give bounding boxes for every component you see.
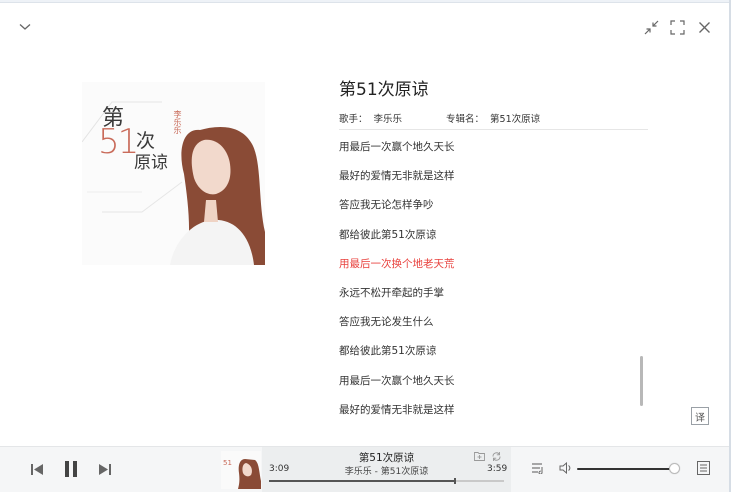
lyrics-scrollbar[interactable]: [640, 356, 643, 406]
next-button[interactable]: [96, 460, 114, 478]
pause-icon: [65, 461, 77, 477]
lyric-line: 最好的爱情无非就是这样: [339, 170, 455, 183]
previous-button[interactable]: [28, 460, 46, 478]
song-title: 第51次原谅: [339, 80, 429, 100]
lyrics-icon: [696, 461, 710, 475]
cover-artist-name: 李乐乐: [173, 110, 182, 134]
shrink-icon: [644, 20, 658, 34]
add-folder-icon: [473, 452, 485, 461]
playlist-icon: [532, 463, 543, 474]
progress-knob[interactable]: [453, 478, 456, 484]
album-link[interactable]: 第51次原谅: [490, 111, 540, 125]
lyric-line: 答应我无论发生什么: [339, 316, 434, 329]
add-to-playlist-button[interactable]: [473, 450, 485, 462]
next-icon: [99, 463, 111, 475]
playlist-button[interactable]: [530, 460, 546, 476]
fullscreen-icon: [669, 19, 685, 35]
loop-icon: [492, 451, 500, 461]
pause-button[interactable]: [60, 457, 82, 481]
lyric-line: 用最后一次换个地老天荒: [339, 257, 455, 270]
now-playing-thumbnail[interactable]: 51: [221, 451, 261, 489]
song-meta: 歌手： 李乐乐 专辑名： 第51次原谅: [339, 111, 540, 125]
elapsed-time: 3:09: [269, 464, 290, 474]
cover-title-number: 51: [98, 122, 139, 162]
previous-icon: [31, 463, 43, 475]
cover-title-name: 原谅: [134, 153, 168, 173]
volume-icon: [559, 462, 570, 474]
progress-bar[interactable]: [269, 478, 504, 484]
translate-button[interactable]: 译: [691, 407, 709, 425]
thumbnail-number: 51: [223, 459, 232, 467]
lyric-line: 用最后一次赢个地久天长: [339, 141, 455, 154]
album-label: 专辑名：: [446, 114, 485, 125]
lyric-line: 最好的爱情无非就是这样: [339, 403, 455, 416]
volume-knob[interactable]: [668, 463, 680, 474]
volume-slider[interactable]: [577, 468, 679, 470]
lyric-line: 都给彼此第51次原谅: [339, 345, 437, 358]
lyric-line: 都给彼此第51次原谅: [339, 228, 437, 241]
lyric-line: 用最后一次赢个地久天长: [339, 374, 455, 387]
close-button[interactable]: [695, 18, 713, 36]
volume-button[interactable]: [557, 460, 573, 476]
lyric-line: 永远不松开牵起的手掌: [339, 287, 444, 300]
lyrics-toggle-button[interactable]: [695, 460, 711, 476]
lyric-line: 答应我无论怎样争吵: [339, 199, 434, 212]
fullscreen-button[interactable]: [668, 18, 686, 36]
lyrics-panel[interactable]: 用最后一次赢个地久天长 最好的爱情无非就是这样 答应我无论怎样争吵 都给彼此第5…: [339, 132, 639, 424]
chevron-down-icon: [19, 24, 31, 30]
progress-fill: [269, 480, 455, 482]
loop-button[interactable]: [490, 450, 502, 462]
close-icon: [698, 21, 710, 33]
artist-link[interactable]: 李乐乐: [374, 111, 403, 125]
window-top-border: [0, 0, 731, 3]
album-cover: 第 51 次 原谅 李乐乐: [82, 82, 265, 265]
minimize-player-button[interactable]: [642, 18, 660, 36]
total-time: 3:59: [487, 464, 508, 474]
collapse-button[interactable]: [16, 18, 34, 36]
now-playing-subtitle: 李乐乐 - 第51次原谅: [344, 467, 429, 477]
divider: [339, 129, 648, 130]
artist-label: 歌手：: [339, 114, 368, 125]
